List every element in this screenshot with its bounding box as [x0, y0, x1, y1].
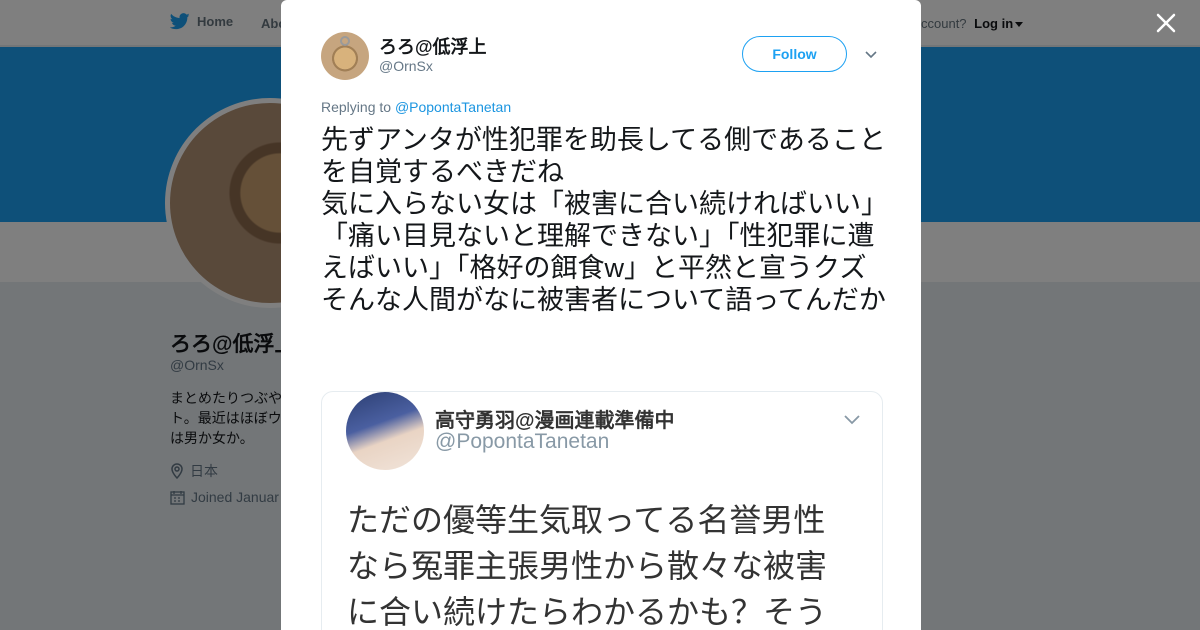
media-author-avatar: [346, 392, 424, 470]
tweet-text: 先ずアンタが性犯罪を助長してる側であることを自覚するべきだね 気に入らない女は「…: [321, 125, 886, 315]
close-button[interactable]: [1152, 10, 1180, 38]
replying-to: Replying to @PopontaTanetan: [321, 99, 511, 115]
chevron-down-icon: [844, 415, 860, 425]
tweet-author-name[interactable]: ろろ@低浮上: [379, 33, 487, 59]
media-author-name: 高守勇羽@漫画連載準備中: [435, 410, 675, 432]
replying-to-link[interactable]: @PopontaTanetan: [395, 99, 511, 115]
media-text: ただの優等生気取ってる名誉男性 なら冤罪主張男性から散々な被害 に合い続けたらわ…: [347, 502, 828, 630]
replying-prefix: Replying to: [321, 99, 392, 115]
close-icon: [1156, 13, 1176, 33]
chevron-down-icon[interactable]: [863, 46, 879, 62]
tweet-modal: ろろ@低浮上 @OrnSx Follow Replying to @Popont…: [281, 0, 921, 630]
tweet-author-handle[interactable]: @OrnSx: [379, 58, 433, 74]
media-author-handle: @PopontaTanetan: [435, 430, 610, 453]
tweet-media-card[interactable]: 高守勇羽@漫画連載準備中 @PopontaTanetan ただの優等生気取ってる…: [321, 391, 883, 630]
tweet-author-avatar[interactable]: [321, 32, 369, 80]
follow-button[interactable]: Follow: [742, 36, 847, 72]
